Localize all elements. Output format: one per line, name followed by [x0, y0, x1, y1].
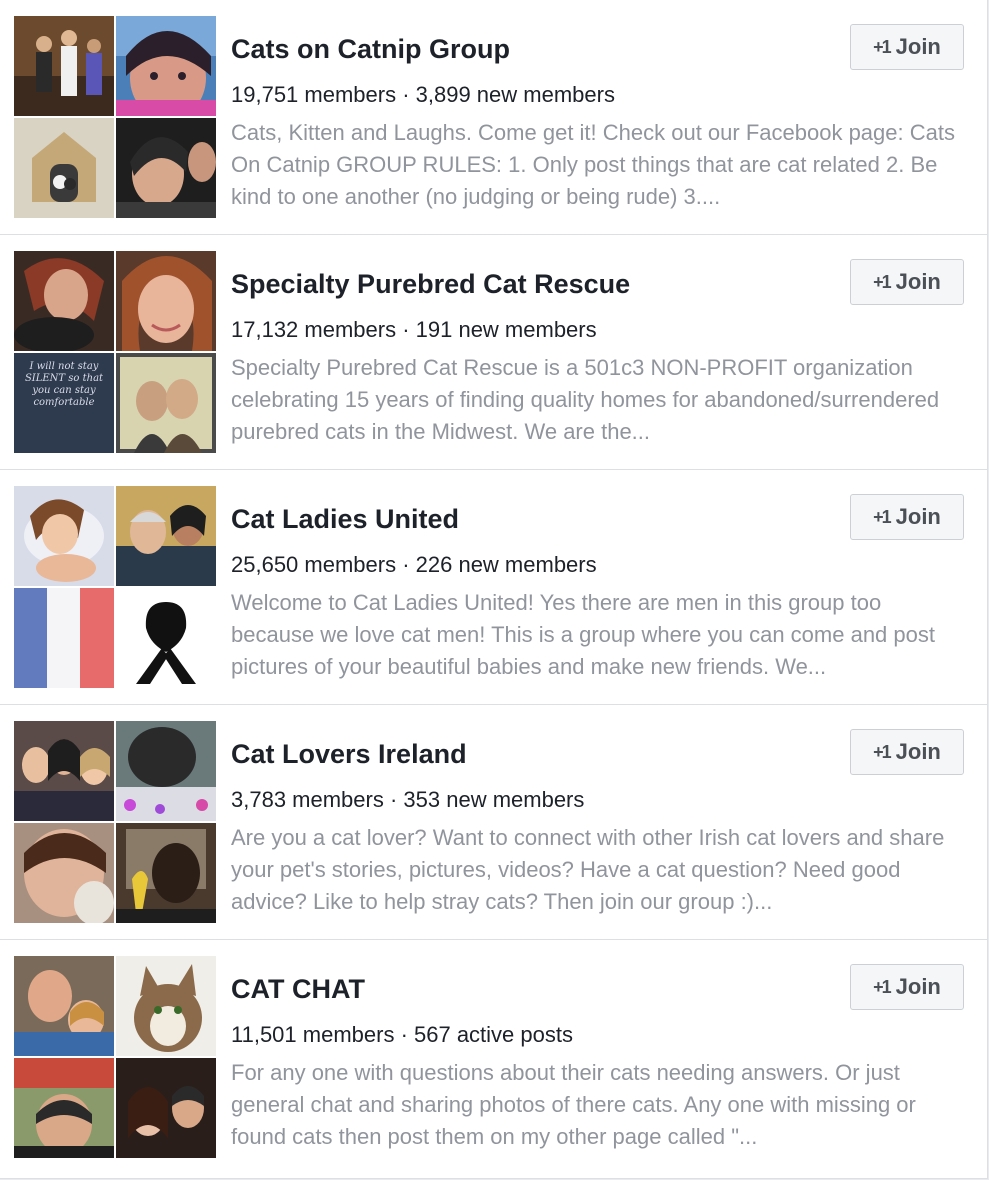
member-photo [116, 1058, 216, 1158]
member-photo [116, 956, 216, 1056]
join-button-label: Join [895, 974, 941, 999]
member-photo [14, 721, 114, 821]
group-description: Cats, Kitten and Laughs. Come get it! Ch… [231, 120, 955, 209]
group-photo-mosaic[interactable]: I will not stay SILENT so that you can s… [14, 251, 216, 453]
group-description: Are you a cat lover? Want to connect wit… [231, 825, 945, 914]
join-button-label: Join [895, 34, 941, 59]
member-photo [116, 118, 216, 218]
member-photo [116, 16, 216, 116]
member-photo [116, 721, 216, 821]
group-stats: 19,751 members · 3,899 new members [231, 82, 615, 107]
member-photo [116, 823, 216, 923]
member-photo [14, 956, 114, 1056]
member-photo [14, 1058, 114, 1158]
group-title[interactable]: Cat Ladies United [231, 504, 459, 535]
join-button[interactable]: +1 Join [850, 964, 964, 1010]
group-photo-mosaic[interactable] [14, 486, 216, 688]
join-button-label: Join [895, 739, 941, 764]
member-photo: I will not stay SILENT so that you can s… [14, 353, 114, 453]
add-friend-plus-one-icon: +1 [873, 271, 891, 292]
photo-caption: I will not stay SILENT so that you can s… [24, 361, 104, 408]
join-button-label: Join [895, 269, 941, 294]
add-friend-plus-one-icon: +1 [873, 741, 891, 762]
group-suggestions-list: Cats on Catnip Group 19,751 members · 3,… [0, 0, 988, 1179]
group-card: CAT CHAT 11,501 members · 567 active pos… [0, 940, 987, 1175]
group-card: Cats on Catnip Group 19,751 members · 3,… [0, 0, 987, 235]
member-photo [116, 353, 216, 453]
member-photo [14, 251, 114, 351]
member-photo [14, 486, 114, 586]
group-stats: 17,132 members · 191 new members [231, 317, 597, 342]
member-photo [116, 486, 216, 586]
join-button[interactable]: +1 Join [850, 24, 964, 70]
add-friend-plus-one-icon: +1 [873, 36, 891, 57]
member-photo [14, 16, 114, 116]
member-photo [116, 251, 216, 351]
group-photo-mosaic[interactable] [14, 16, 216, 218]
group-photo-mosaic[interactable] [14, 956, 216, 1158]
join-button-label: Join [895, 504, 941, 529]
group-stats: 25,650 members · 226 new members [231, 552, 597, 577]
group-card: Cat Lovers Ireland 3,783 members · 353 n… [0, 705, 987, 940]
group-title[interactable]: Cats on Catnip Group [231, 34, 510, 65]
group-stats: 3,783 members · 353 new members [231, 787, 585, 812]
member-photo [116, 588, 216, 688]
member-photo [14, 588, 114, 688]
group-photo-mosaic[interactable] [14, 721, 216, 923]
group-title[interactable]: CAT CHAT [231, 974, 365, 1005]
group-card: Cat Ladies United 25,650 members · 226 n… [0, 470, 987, 705]
join-button[interactable]: +1 Join [850, 259, 964, 305]
add-friend-plus-one-icon: +1 [873, 976, 891, 997]
join-button[interactable]: +1 Join [850, 729, 964, 775]
group-description: For any one with questions about their c… [231, 1060, 916, 1149]
member-photo [14, 823, 114, 923]
group-stats: 11,501 members · 567 active posts [231, 1022, 573, 1047]
join-button[interactable]: +1 Join [850, 494, 964, 540]
add-friend-plus-one-icon: +1 [873, 506, 891, 527]
member-photo [14, 118, 114, 218]
group-title[interactable]: Cat Lovers Ireland [231, 739, 467, 770]
group-description: Welcome to Cat Ladies United! Yes there … [231, 590, 935, 679]
group-card: I will not stay SILENT so that you can s… [0, 235, 987, 470]
group-title[interactable]: Specialty Purebred Cat Rescue [231, 269, 630, 300]
group-description: Specialty Purebred Cat Rescue is a 501c3… [231, 355, 940, 444]
